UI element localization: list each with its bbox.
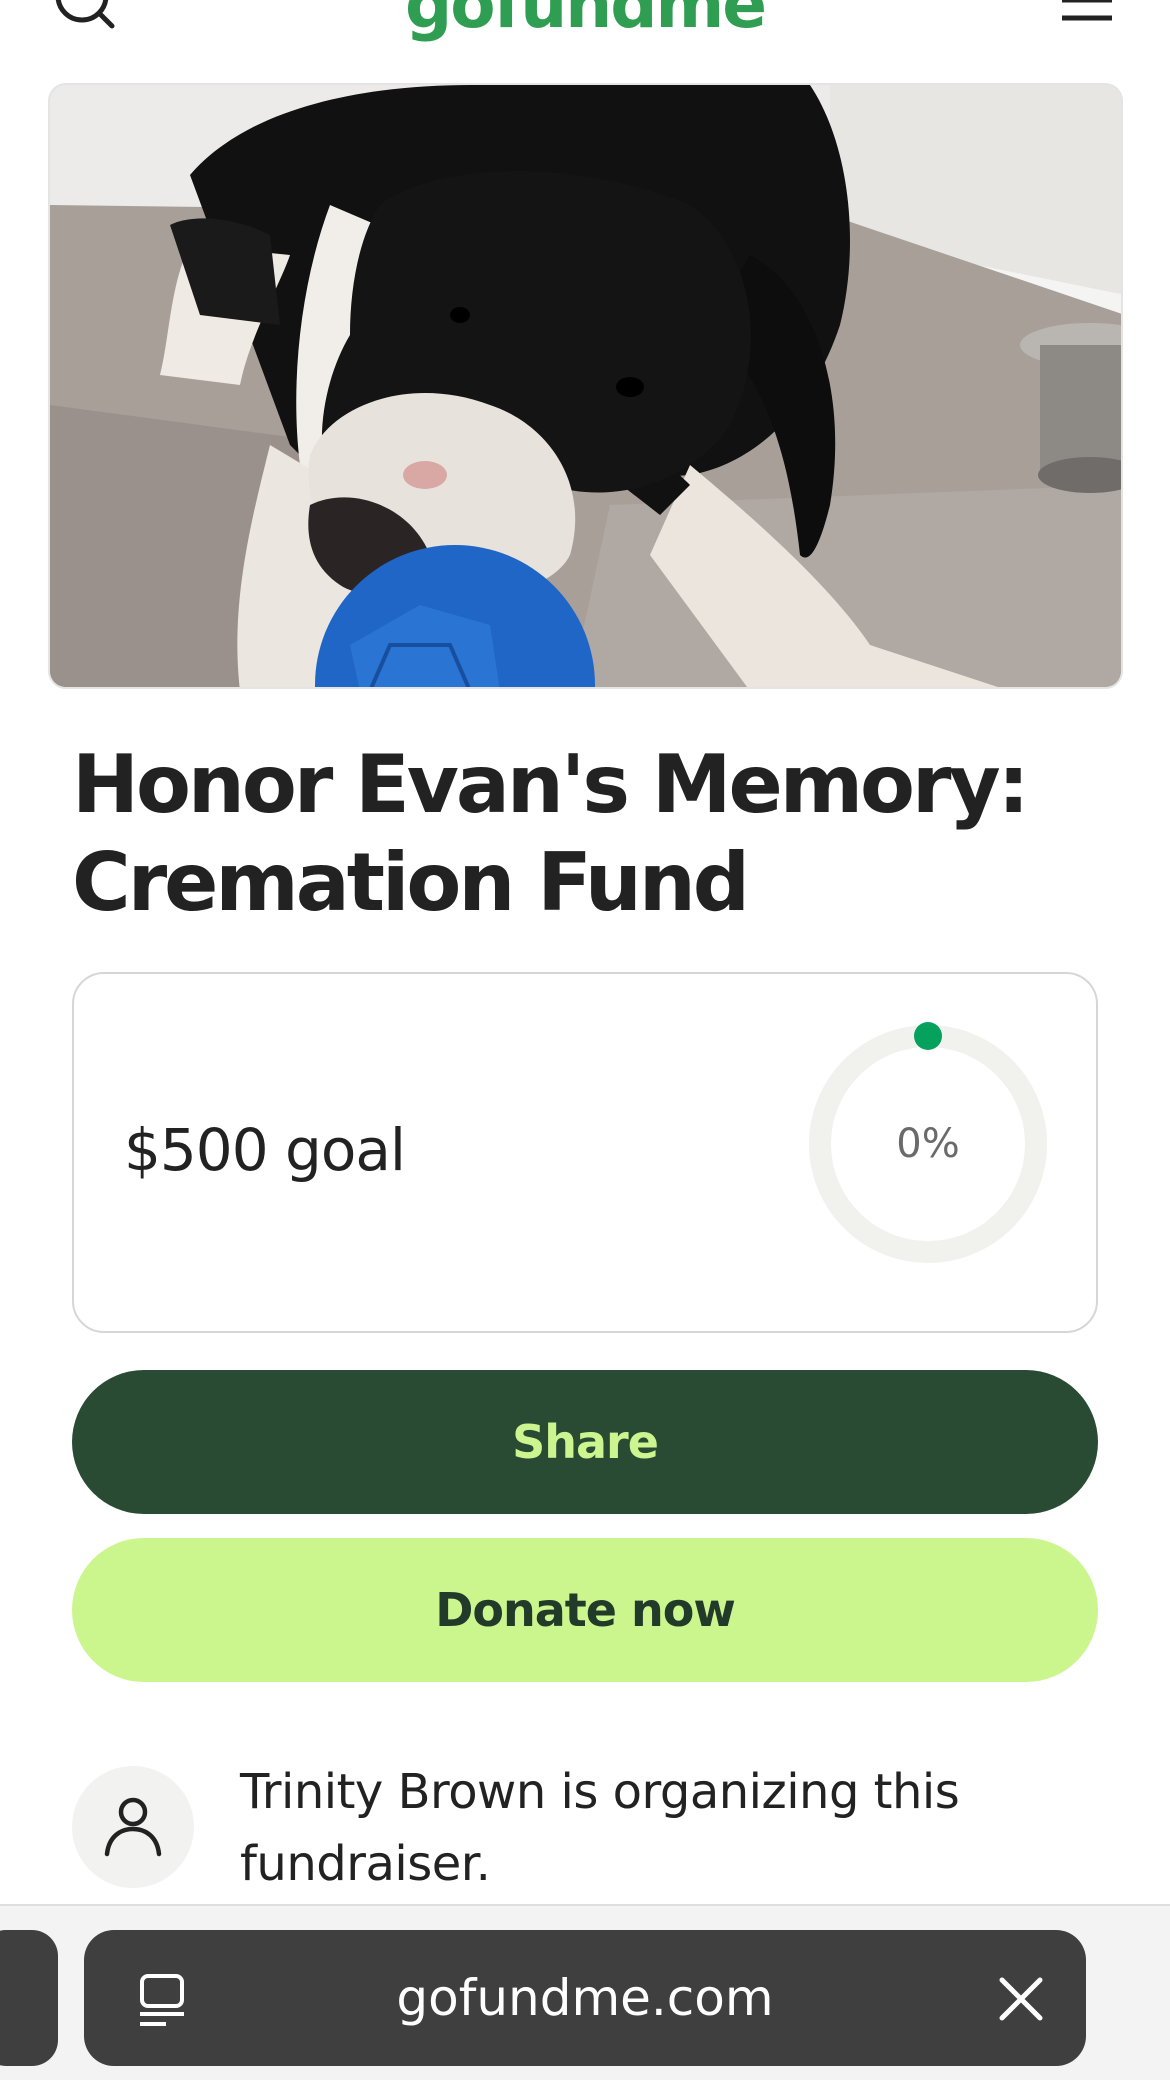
menu-button[interactable] — [1056, 0, 1118, 40]
share-button[interactable]: Share — [72, 1370, 1098, 1514]
organizer-avatar[interactable] — [72, 1766, 194, 1888]
url-text: gofundme.com — [396, 1969, 774, 2027]
url-field[interactable]: gofundme.com — [84, 1930, 1086, 2066]
goal-card: $500 goal 0% — [72, 972, 1098, 1333]
goal-amount: $500 goal — [124, 1116, 406, 1184]
campaign-title: Honor Evan's Memory: Cremation Fund — [72, 738, 1030, 929]
person-icon — [104, 1797, 162, 1857]
dog-with-blue-ball-photo — [50, 85, 1121, 687]
organizer-text: Trinity Brown is organizing this fundrai… — [240, 1764, 960, 1892]
close-icon[interactable] — [996, 1974, 1046, 2024]
progress-percent: 0% — [896, 1121, 960, 1167]
gofundme-logo[interactable]: gofundme — [0, 0, 1170, 38]
donate-now-button[interactable]: Donate now — [72, 1538, 1098, 1682]
hamburger-menu-icon — [1062, 0, 1112, 21]
browser-address-bar: gofundme.com — [0, 1904, 1170, 2080]
top-header: gofundme — [0, 0, 1170, 62]
previous-tab[interactable] — [0, 1930, 58, 2066]
campaign-hero-image[interactable] — [48, 83, 1123, 689]
